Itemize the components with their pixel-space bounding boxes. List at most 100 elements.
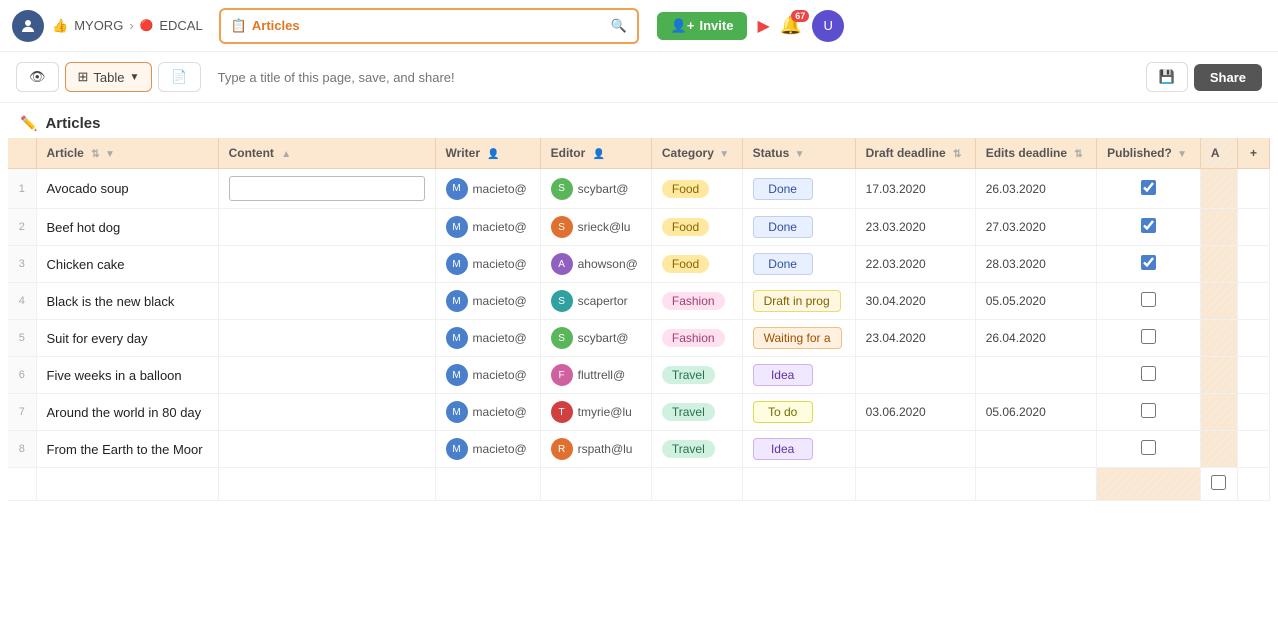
row-number: 7: [8, 394, 36, 431]
org-avatar[interactable]: [12, 10, 44, 42]
content-input[interactable]: [229, 176, 425, 201]
view-button[interactable]: 👁: [16, 62, 59, 92]
th-published[interactable]: Published? ▼: [1097, 138, 1201, 169]
edits-sort-icon[interactable]: ⇅: [1074, 149, 1082, 160]
project-label[interactable]: EDCAL: [159, 18, 202, 33]
article-name[interactable]: Around the world in 80 day: [36, 394, 218, 431]
category-badge: Fashion: [662, 329, 725, 347]
content-sort-icon[interactable]: ▲: [281, 149, 291, 160]
empty-cell: [742, 468, 855, 501]
draft-deadline-cell: 23.04.2020: [855, 320, 975, 357]
article-name[interactable]: From the Earth to the Moor: [36, 431, 218, 468]
writer-filter-icon[interactable]: 👤: [487, 149, 499, 160]
published-cell[interactable]: [1097, 246, 1201, 283]
published-checkbox[interactable]: [1141, 180, 1156, 195]
content-cell[interactable]: [218, 320, 435, 357]
edits-deadline-cell: 28.03.2020: [975, 246, 1096, 283]
org-label[interactable]: MYORG: [74, 18, 123, 33]
table-row: 8From the Earth to the MoorMmacieto@Rrsp…: [8, 431, 1270, 468]
content-cell[interactable]: [218, 357, 435, 394]
add-col-cell: [1238, 320, 1270, 357]
category-cell: Food: [651, 169, 742, 209]
published-checkbox[interactable]: [1141, 329, 1156, 344]
invite-button[interactable]: 👤+ Invite: [657, 12, 748, 40]
toolbar: 👁 ⊞ Table ▼ 📄 💾 Share: [0, 52, 1278, 103]
th-status[interactable]: Status ▼: [742, 138, 855, 169]
content-cell[interactable]: [218, 431, 435, 468]
table-button[interactable]: ⊞ Table ▼: [65, 62, 153, 92]
export-button[interactable]: 📄: [158, 62, 200, 92]
writer-email: macieto@: [473, 182, 527, 196]
share-button[interactable]: Share: [1194, 64, 1262, 91]
editor-filter-icon[interactable]: 👤: [593, 149, 605, 160]
th-add-column[interactable]: +: [1238, 138, 1270, 169]
draft-deadline-cell: 30.04.2020: [855, 283, 975, 320]
editor-cell: Rrspath@lu: [540, 431, 651, 468]
table-row: 1Avocado soupMmacieto@Sscybart@FoodDone1…: [8, 169, 1270, 209]
table-header-row: Article ⇅ ▼ Content ▲ Writer 👤 Editor 👤: [8, 138, 1270, 169]
user-avatar[interactable]: U: [812, 10, 844, 42]
published-filter-icon[interactable]: ▼: [1177, 149, 1187, 160]
editor-email: scybart@: [578, 182, 629, 196]
published-cell[interactable]: [1097, 394, 1201, 431]
table-row: 2Beef hot dogMmacieto@Ssrieck@luFoodDone…: [8, 209, 1270, 246]
published-cell[interactable]: [1097, 431, 1201, 468]
extra-col-cell: [1200, 320, 1237, 357]
published-checkbox[interactable]: [1141, 292, 1156, 307]
edit-icon[interactable]: ✏️: [20, 115, 37, 132]
th-writer[interactable]: Writer 👤: [435, 138, 540, 169]
content-cell[interactable]: [218, 283, 435, 320]
page-title-input[interactable]: [207, 63, 1140, 92]
editor-avatar: A: [551, 253, 573, 275]
article-name[interactable]: Beef hot dog: [36, 209, 218, 246]
published-checkbox[interactable]: [1141, 403, 1156, 418]
article-name[interactable]: Black is the new black: [36, 283, 218, 320]
content-cell[interactable]: [218, 394, 435, 431]
youtube-icon[interactable]: ▶: [757, 16, 769, 36]
article-name[interactable]: Chicken cake: [36, 246, 218, 283]
th-content[interactable]: Content ▲: [218, 138, 435, 169]
published-checkbox[interactable]: [1141, 366, 1156, 381]
draft-sort-icon[interactable]: ⇅: [953, 149, 961, 160]
notification-bell[interactable]: 🔔 67: [780, 15, 802, 36]
table-body: 1Avocado soupMmacieto@Sscybart@FoodDone1…: [8, 169, 1270, 501]
search-bar[interactable]: 📋 Articles 🔍: [219, 8, 639, 44]
published-cell[interactable]: [1097, 320, 1201, 357]
editor-cell: Aahowson@: [540, 246, 651, 283]
writer-cell: Mmacieto@: [435, 209, 540, 246]
writer-avatar: M: [446, 216, 468, 238]
th-editor[interactable]: Editor 👤: [540, 138, 651, 169]
table-row: 4Black is the new blackMmacieto@Sscapert…: [8, 283, 1270, 320]
published-checkbox[interactable]: [1141, 218, 1156, 233]
article-name[interactable]: Avocado soup: [36, 169, 218, 209]
sort-icon[interactable]: ⇅: [91, 149, 99, 160]
content-cell[interactable]: [218, 246, 435, 283]
published-checkbox[interactable]: [1141, 255, 1156, 270]
empty-row-checkbox[interactable]: [1211, 475, 1226, 490]
th-category[interactable]: Category ▼: [651, 138, 742, 169]
published-cell[interactable]: [1097, 283, 1201, 320]
th-article[interactable]: Article ⇅ ▼: [36, 138, 218, 169]
writer-email: macieto@: [473, 405, 527, 419]
add-col-cell: [1238, 169, 1270, 209]
published-cell[interactable]: [1097, 209, 1201, 246]
save-button[interactable]: 💾: [1146, 62, 1188, 92]
content-cell[interactable]: [218, 169, 435, 209]
editor-cell: Ttmyrie@lu: [540, 394, 651, 431]
published-cell[interactable]: [1097, 169, 1201, 209]
published-checkbox[interactable]: [1141, 440, 1156, 455]
category-filter-icon[interactable]: ▼: [719, 149, 729, 160]
content-cell[interactable]: [218, 209, 435, 246]
status-filter-icon[interactable]: ▼: [795, 149, 805, 160]
article-name[interactable]: Five weeks in a balloon: [36, 357, 218, 394]
status-badge: To do: [753, 401, 813, 423]
article-name[interactable]: Suit for every day: [36, 320, 218, 357]
th-draft-deadline[interactable]: Draft deadline ⇅: [855, 138, 975, 169]
search-icon[interactable]: 🔍: [611, 18, 627, 34]
th-edits-deadline[interactable]: Edits deadline ⇅: [975, 138, 1096, 169]
editor-avatar: S: [551, 290, 573, 312]
table-row: 5Suit for every dayMmacieto@Sscybart@Fas…: [8, 320, 1270, 357]
published-cell[interactable]: [1097, 357, 1201, 394]
empty-cell: [1238, 468, 1270, 501]
filter-icon[interactable]: ▼: [105, 149, 115, 160]
